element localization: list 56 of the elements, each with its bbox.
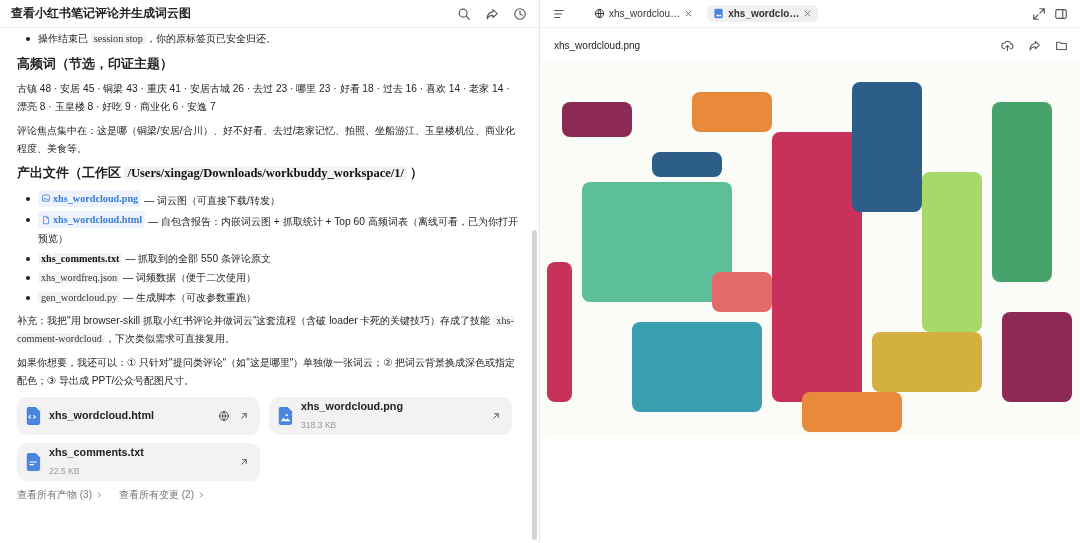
file-card[interactable]: xhs_wordcloud.png 318.3 KB (269, 397, 512, 435)
code-file-icon (25, 406, 41, 426)
file-name: xhs_wordcloud.html (49, 408, 155, 424)
file-card[interactable]: xhs_wordcloud.html (17, 397, 260, 435)
paragraph: 评论焦点集中在：这是哪（铜梁/安居/合川）、好不好看、去过/老家记忆、拍照、坐船游江、玉皇楼机位、商业化程度、美食等。 (17, 124, 517, 156)
sidebar-icon[interactable] (1054, 6, 1068, 21)
tab[interactable]: xhs_wordclou… (588, 5, 700, 22)
globe-icon (594, 8, 605, 19)
file-card[interactable]: xhs_comments.txt 22.5 KB (17, 443, 260, 481)
paragraph: 补充：我把"用 browser-skill 抓取小红书评论并做词云"这套流程（含破 loader 卡死的关键技巧）存成了技能 xhs-comment-wordcloud ，下次类似需求可直接复用。 (17, 314, 515, 346)
bullet-icon (26, 37, 30, 41)
footer-link[interactable]: 查看所有变更 (2) (119, 488, 205, 502)
scrollbar[interactable] (532, 230, 537, 540)
image-file-icon (713, 8, 725, 19)
list-text: xhs_comments.txt — 抓取到的全部 550 条评论原文 (38, 249, 519, 267)
close-icon[interactable] (684, 9, 694, 18)
history-icon[interactable] (513, 6, 527, 21)
file-size: 22.5 KB (49, 465, 81, 478)
file-link[interactable]: xhs_wordcloud.png (38, 189, 142, 207)
search-icon[interactable] (457, 6, 471, 21)
bullet-icon (26, 276, 30, 280)
chevron-icon (197, 491, 205, 499)
file-name: xhs_comments.txt (49, 444, 145, 460)
bullet-icon (26, 217, 30, 222)
file-title: xhs_wordcloud.png (554, 39, 642, 51)
paragraph: 如果你想要，我还可以：① 只针对"提问类评论"（如"这是哪里"）单独做一张词云；② 把词云背景换成深色或指定配色；③ 导出成 PPT/公众号配图尺寸。 (17, 356, 517, 388)
share-icon[interactable] (485, 6, 499, 21)
open-arrow-icon[interactable] (238, 456, 250, 468)
window-title: 查看小红书笔记评论并生成词云图 (11, 5, 192, 22)
expand-icon[interactable] (1032, 6, 1046, 21)
list-text: gen_wordcloud.py — 生成脚本（可改参数重跑） (38, 288, 519, 306)
section-heading: 高频词（节选，印证主题） (17, 55, 174, 73)
footer-link[interactable]: 查看所有产物 (3) (17, 488, 103, 502)
file-size: 318.3 KB (301, 419, 338, 432)
upload-icon[interactable] (1001, 38, 1014, 52)
bullet-icon (26, 256, 30, 261)
close-icon[interactable] (803, 9, 813, 18)
file-icon (41, 214, 51, 225)
tab[interactable]: xhs_wordclo… (707, 5, 819, 22)
text-file-icon (25, 452, 41, 472)
bullet-icon (26, 196, 30, 201)
list-text: 操作结束已 session stop ，你的原标签页已安全归还。 (38, 32, 277, 46)
list-text: xhs_wordcloud.html — 自包含报告：内嵌词云图 + 抓取统计 + Top 60 高频词表（离线可看，已为你打开预览） (38, 210, 519, 248)
file-name: xhs_wordcloud.png (301, 398, 404, 414)
bullet-icon (26, 295, 30, 300)
open-arrow-icon[interactable] (490, 410, 502, 422)
file-link[interactable]: xhs_wordcloud.html (38, 210, 146, 229)
globe-icon[interactable] (218, 410, 230, 422)
chevron-icon (95, 491, 103, 499)
image-icon (41, 193, 51, 204)
list-text: xhs_wordfreq.json — 词频数据（便于二次使用） (38, 269, 519, 287)
open-arrow-icon[interactable] (238, 410, 250, 422)
share-icon[interactable] (1028, 38, 1041, 52)
list-text: xhs_wordcloud.png — 词云图（可直接下载/转发） (38, 189, 519, 209)
paragraph: 古镇 48 · 安居 45 · 铜梁 43 · 重庆 41 · 安居古城 26 · 去过 23 · 哪里 23 · 好看 18 · 过去 16 · 喜欢 14 · 老家 14 · 漂亮 8 · 玉皇楼 8 · 好吃 9 · 商业化 6 · 安逸 7 (17, 82, 511, 114)
image-file-icon (277, 406, 293, 426)
